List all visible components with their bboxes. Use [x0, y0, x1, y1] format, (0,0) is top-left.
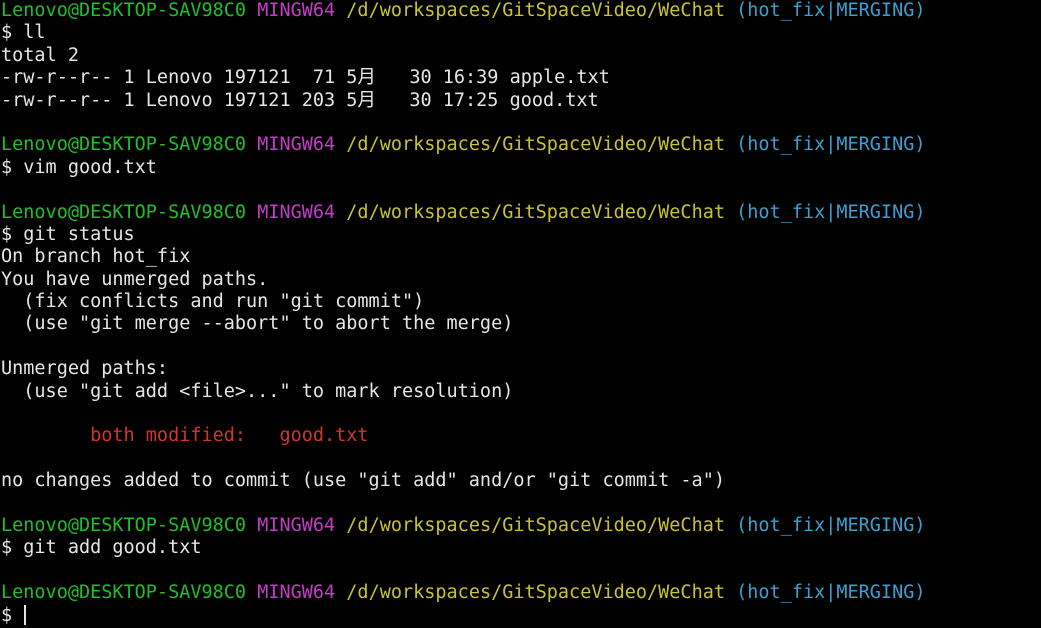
output-text: On branch hot_fix [1, 246, 191, 268]
prompt-branch: (hot_fix|MERGING) [736, 134, 926, 156]
output-line: -rw-r--r-- 1 Lenovo 197121 71 5月 30 16:3… [0, 67, 1041, 89]
prompt-line: Lenovo@DESKTOP-SAV98C0 MINGW64 /d/worksp… [0, 134, 1041, 156]
prompt-system: MINGW64 [257, 201, 336, 223]
output-text: no changes added to commit (use "git add… [1, 470, 725, 492]
output-text: -rw-r--r-- 1 Lenovo 197121 71 5月 30 16:3… [1, 67, 610, 89]
prompt-system: MINGW64 [257, 514, 336, 536]
output-line: no changes added to commit (use "git add… [0, 470, 1041, 492]
prompt-path: /d/workspaces/GitSpaceVideo/WeChat [346, 514, 725, 536]
conflict-line: both modified: good.txt [0, 425, 1041, 447]
output-text: You have unmerged paths. [1, 268, 269, 290]
command-text: ll [23, 22, 46, 44]
prompt-path: /d/workspaces/GitSpaceVideo/WeChat [346, 201, 725, 223]
command-text: vim good.txt [23, 156, 157, 178]
command-line: $ git add good.txt [0, 537, 1041, 559]
prompt-symbol: $ [1, 156, 13, 178]
output-line: (use "git add <file>..." to mark resolut… [0, 381, 1041, 403]
prompt-line: Lenovo@DESKTOP-SAV98C0 MINGW64 /d/worksp… [0, 202, 1041, 224]
output-text: (use "git merge --abort" to abort the me… [1, 313, 514, 335]
command-line: $ git status [0, 224, 1041, 246]
prompt-branch: (hot_fix|MERGING) [736, 514, 926, 536]
prompt-user: Lenovo@DESKTOP-SAV98C0 [1, 514, 247, 536]
text-cursor [24, 604, 27, 625]
prompt-path: /d/workspaces/GitSpaceVideo/WeChat [346, 0, 725, 21]
prompt-branch: (hot_fix|MERGING) [736, 201, 926, 223]
output-text: -rw-r--r-- 1 Lenovo 197121 203 5月 30 17:… [1, 89, 599, 111]
prompt-symbol: $ [1, 223, 13, 245]
prompt-symbol: $ [1, 537, 13, 559]
prompt-path: /d/workspaces/GitSpaceVideo/WeChat [346, 134, 725, 156]
output-line: Unmerged paths: [0, 358, 1041, 380]
prompt-user: Lenovo@DESKTOP-SAV98C0 [1, 0, 247, 21]
prompt-user: Lenovo@DESKTOP-SAV98C0 [1, 201, 247, 223]
output-line: total 2 [0, 45, 1041, 67]
output-line: -rw-r--r-- 1 Lenovo 197121 203 5月 30 17:… [0, 90, 1041, 112]
prompt-path: /d/workspaces/GitSpaceVideo/WeChat [346, 582, 725, 604]
prompt-system: MINGW64 [257, 0, 336, 21]
output-line: On branch hot_fix [0, 246, 1041, 268]
conflict-label: both modified: [1, 425, 280, 447]
prompt-line: Lenovo@DESKTOP-SAV98C0 MINGW64 /d/worksp… [0, 582, 1041, 604]
command-text: git add good.txt [23, 537, 202, 559]
output-line: (fix conflicts and run "git commit") [0, 291, 1041, 313]
output-line: (use "git merge --abort" to abort the me… [0, 313, 1041, 335]
active-command-line[interactable]: $ [0, 604, 1041, 627]
prompt-user: Lenovo@DESKTOP-SAV98C0 [1, 582, 247, 604]
prompt-branch: (hot_fix|MERGING) [736, 0, 926, 21]
conflict-file: good.txt [279, 425, 369, 447]
prompt-line: Lenovo@DESKTOP-SAV98C0 MINGW64 /d/worksp… [0, 0, 1041, 22]
output-text: total 2 [1, 44, 79, 66]
output-text: Unmerged paths: [1, 358, 169, 380]
command-line: $ vim good.txt [0, 157, 1041, 179]
output-text: (use "git add <file>..." to mark resolut… [1, 380, 514, 402]
prompt-user: Lenovo@DESKTOP-SAV98C0 [1, 134, 247, 156]
output-text: (fix conflicts and run "git commit") [1, 291, 425, 313]
prompt-system: MINGW64 [257, 582, 336, 604]
output-line: You have unmerged paths. [0, 269, 1041, 291]
command-text: git status [23, 223, 135, 245]
terminal-window[interactable]: Lenovo@DESKTOP-SAV98C0 MINGW64 /d/worksp… [0, 0, 1041, 628]
prompt-branch: (hot_fix|MERGING) [736, 582, 926, 604]
command-line: $ ll [0, 22, 1041, 44]
prompt-system: MINGW64 [257, 134, 336, 156]
prompt-symbol: $ [1, 604, 13, 626]
prompt-symbol: $ [1, 22, 13, 44]
prompt-line: Lenovo@DESKTOP-SAV98C0 MINGW64 /d/worksp… [0, 515, 1041, 537]
